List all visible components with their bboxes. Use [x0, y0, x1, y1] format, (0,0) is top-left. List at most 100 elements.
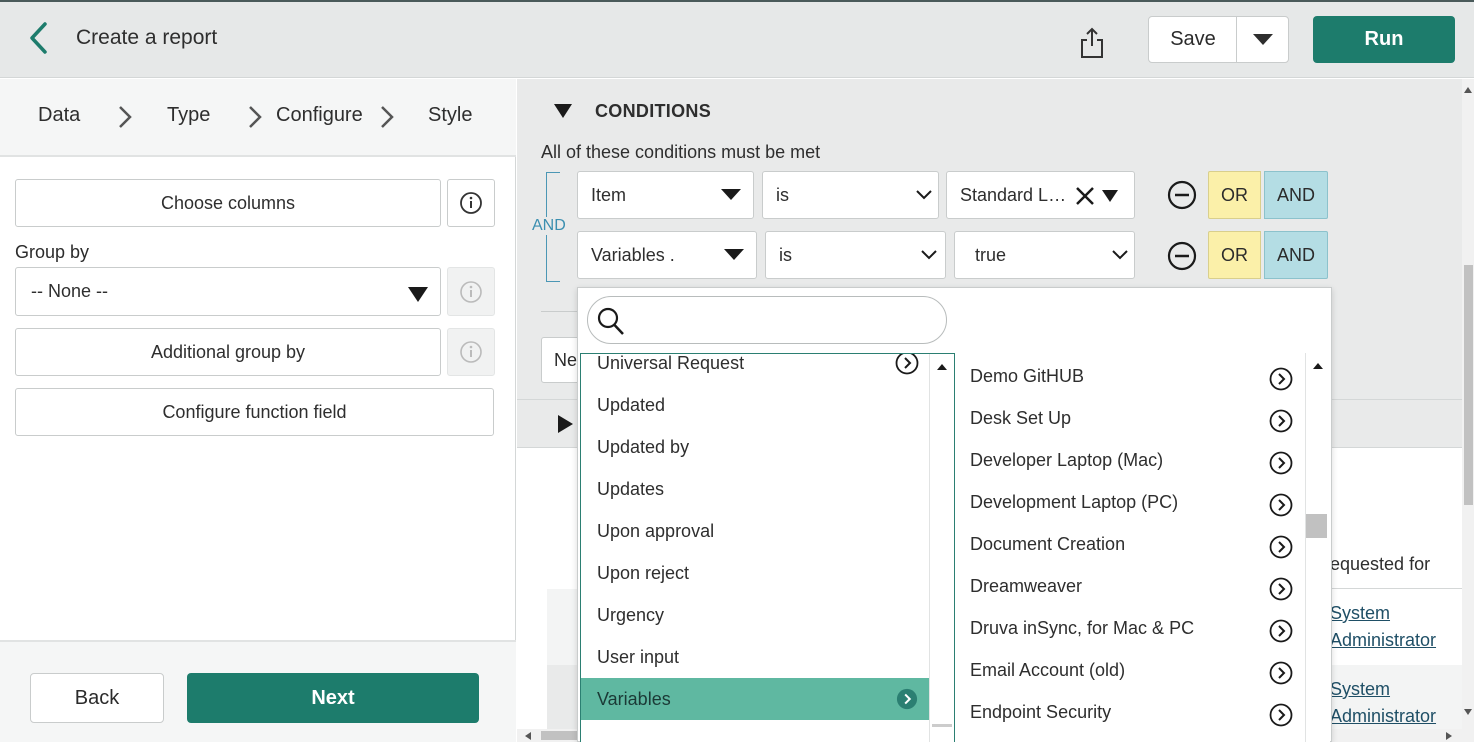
caret-down-icon	[408, 287, 428, 302]
share-icon[interactable]	[1078, 26, 1106, 60]
list-item[interactable]: Updates	[581, 468, 930, 510]
list-item[interactable]: Updated	[581, 384, 930, 426]
table-row	[547, 589, 580, 665]
step-configure[interactable]: Configure	[276, 104, 363, 127]
scroll-left-icon[interactable]	[525, 732, 531, 740]
group-by-select[interactable]: -- None --	[15, 267, 441, 316]
list-item[interactable]: Upon reject	[581, 552, 930, 594]
save-button[interactable]: Save	[1148, 16, 1238, 63]
scroll-down-icon[interactable]	[1464, 709, 1472, 715]
condition-operator-select[interactable]: is	[762, 171, 939, 219]
info-icon	[460, 341, 482, 363]
expand-arrow-icon[interactable]	[1269, 661, 1293, 685]
scroll-up-icon[interactable]	[1464, 87, 1472, 93]
list-item[interactable]: Endpoint Security	[955, 691, 1300, 733]
list-item[interactable]: Desk Set Up	[955, 397, 1300, 439]
list-item[interactable]: User input	[581, 636, 930, 678]
scroll-up-icon[interactable]	[1313, 363, 1323, 369]
expand-arrow-icon[interactable]	[895, 353, 919, 375]
and-group-label: AND	[530, 217, 568, 235]
list-item[interactable]: Email Account (old)	[955, 649, 1300, 691]
or-button[interactable]: OR	[1208, 231, 1261, 279]
list-item[interactable]: Universal Request	[581, 353, 930, 384]
expand-arrow-icon[interactable]	[1269, 535, 1293, 559]
table-row	[547, 665, 580, 729]
list-item[interactable]: Urgency	[581, 594, 930, 636]
list-item[interactable]: Document Creation	[955, 523, 1300, 565]
field-list-scrollbar[interactable]	[929, 354, 954, 742]
chevron-down-icon	[1112, 250, 1128, 260]
list-item[interactable]: Developer Laptop (Mac)	[955, 439, 1300, 481]
remove-condition-icon[interactable]	[1167, 241, 1197, 271]
list-item[interactable]: Dreamweaver	[955, 565, 1300, 607]
condition-value-select[interactable]: true	[954, 231, 1135, 279]
user-link[interactable]: System	[1330, 676, 1436, 703]
expand-arrow-icon[interactable]	[1269, 577, 1293, 601]
caret-down-icon	[721, 189, 741, 200]
and-button[interactable]: AND	[1264, 171, 1328, 219]
caret-down-icon	[1102, 190, 1118, 202]
run-button[interactable]: Run	[1313, 16, 1455, 63]
expand-arrow-icon[interactable]	[1269, 367, 1293, 391]
step-type[interactable]: Type	[167, 104, 210, 127]
scroll-down-icon[interactable]	[930, 724, 954, 728]
expand-arrow-icon[interactable]	[896, 688, 918, 710]
sub-field-list-scrollbar[interactable]	[1305, 353, 1330, 742]
user-link[interactable]: Administrator	[1330, 703, 1436, 730]
list-item[interactable]: Updated by	[581, 426, 930, 468]
column-header-requested-for[interactable]: equested for	[1330, 554, 1430, 575]
condition-field-select[interactable]: Item	[577, 171, 754, 219]
save-options-dropdown[interactable]	[1236, 16, 1289, 63]
expand-arrow-icon[interactable]	[1269, 703, 1293, 727]
list-item-selected[interactable]: Variables	[581, 678, 930, 720]
back-arrow-icon[interactable]	[24, 20, 54, 56]
chevron-right-icon	[249, 106, 262, 128]
list-item[interactable]: Druva inSync, for Mac & PC	[955, 607, 1300, 649]
user-link[interactable]: System	[1330, 600, 1436, 627]
clear-x-icon[interactable]	[1075, 186, 1095, 206]
condition-operator-select[interactable]: is	[765, 231, 946, 279]
field-search-input[interactable]	[587, 296, 947, 344]
scroll-up-icon[interactable]	[937, 364, 947, 370]
condition-field-select[interactable]: Variables .	[577, 231, 757, 279]
chevron-right-icon	[381, 106, 394, 128]
remove-condition-icon[interactable]	[1167, 180, 1197, 210]
condition-operator-value: is	[776, 184, 789, 205]
expand-arrow-icon[interactable]	[1269, 409, 1293, 433]
table-cell-requested-for: System Administrator	[1330, 600, 1436, 654]
expand-arrow-icon[interactable]	[1269, 619, 1293, 643]
divider	[1330, 588, 1462, 589]
new-criteria-button[interactable]: Ne	[541, 337, 581, 383]
search-icon	[597, 307, 624, 335]
step-data[interactable]: Data	[38, 104, 80, 127]
condition-value: true	[975, 244, 1007, 265]
sub-field-list: Demo GitHUB Desk Set Up Developer Laptop…	[955, 353, 1305, 742]
back-button[interactable]: Back	[30, 673, 164, 723]
user-link[interactable]: Administrator	[1330, 627, 1436, 654]
scrollbar-thumb[interactable]	[1306, 514, 1327, 538]
caret-down-icon	[724, 249, 744, 260]
or-button[interactable]: OR	[1208, 171, 1261, 219]
collapse-triangle-icon[interactable]	[554, 102, 572, 120]
chevron-right-icon	[119, 106, 132, 128]
list-item[interactable]: Development Laptop (PC)	[955, 481, 1300, 523]
scroll-right-icon[interactable]	[1446, 732, 1452, 740]
scrollbar-thumb[interactable]	[1464, 265, 1473, 505]
expand-arrow-icon[interactable]	[1269, 451, 1293, 475]
choose-columns-button[interactable]: Choose columns	[15, 179, 441, 227]
additional-group-by-button[interactable]: Additional group by	[15, 328, 441, 376]
and-button[interactable]: AND	[1264, 231, 1328, 279]
condition-value-select[interactable]: Standard L…	[946, 171, 1135, 219]
group-by-info-button	[447, 267, 495, 316]
caret-down-icon	[1252, 33, 1273, 45]
configure-function-field-button[interactable]: Configure function field	[15, 388, 494, 436]
chevron-down-icon	[916, 190, 932, 200]
condition-operator-value: is	[779, 244, 792, 265]
expand-triangle-icon[interactable]	[556, 414, 574, 434]
list-item[interactable]: Upon approval	[581, 510, 930, 552]
expand-arrow-icon[interactable]	[1269, 493, 1293, 517]
next-button[interactable]: Next	[187, 673, 479, 723]
list-item[interactable]: Demo GitHUB	[955, 355, 1300, 397]
step-style[interactable]: Style	[428, 104, 472, 127]
choose-columns-info-button[interactable]	[447, 179, 495, 227]
